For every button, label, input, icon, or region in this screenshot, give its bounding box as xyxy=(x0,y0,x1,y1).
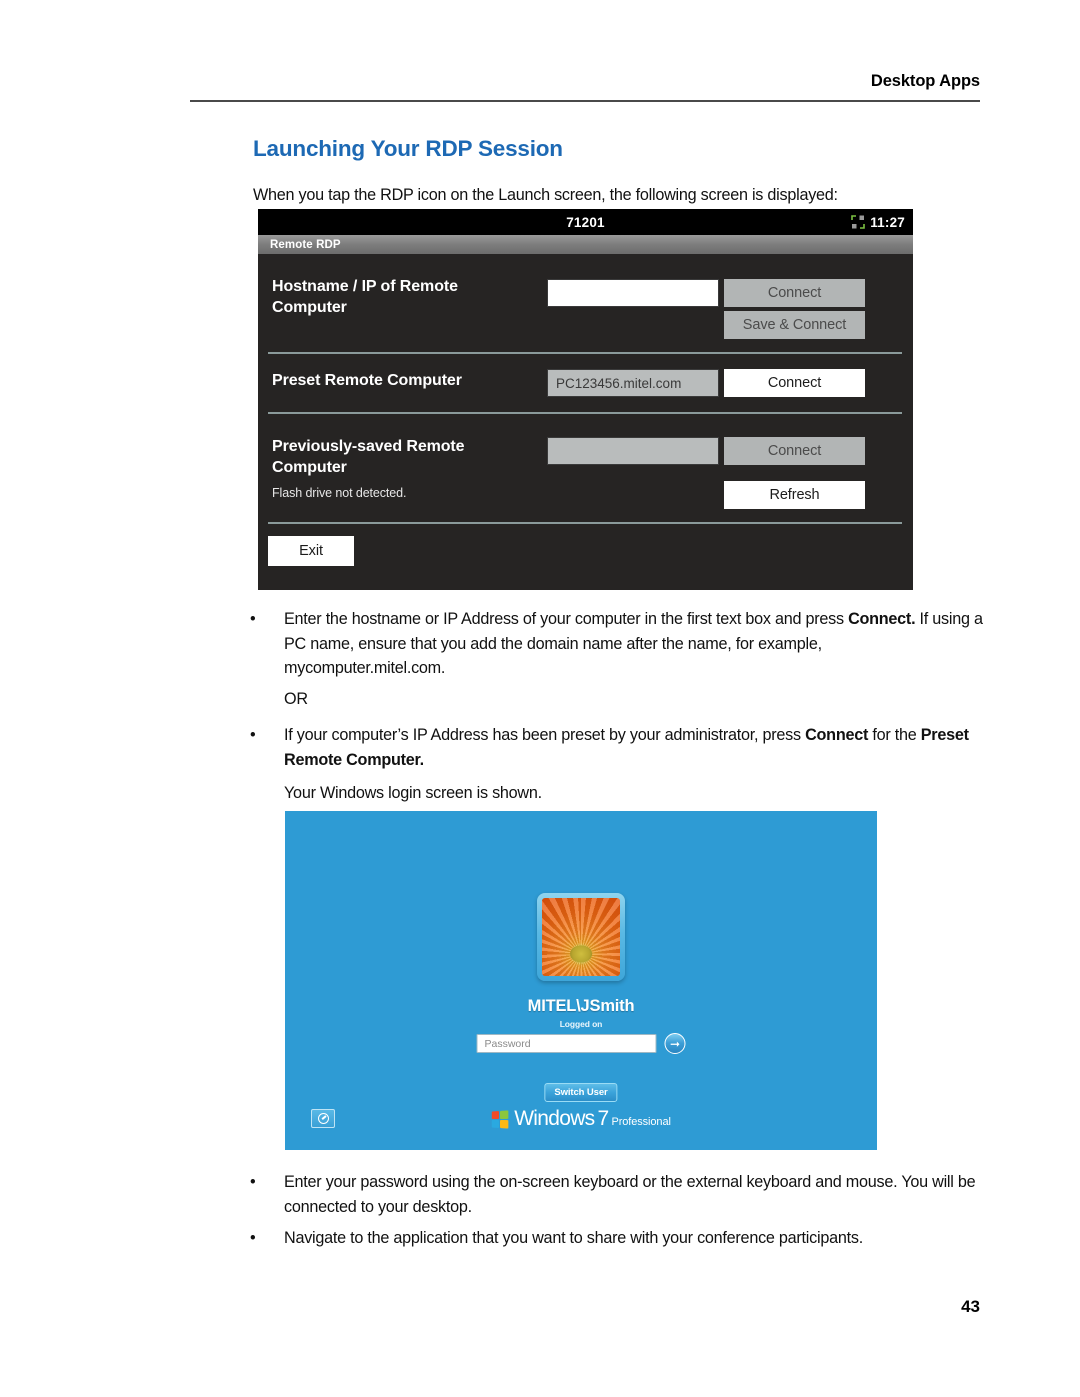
hostname-input[interactable] xyxy=(547,279,719,307)
header-divider xyxy=(190,100,980,102)
submit-arrow-icon[interactable]: ➞ xyxy=(664,1033,686,1054)
status-bar-clock: 11:27 xyxy=(870,214,905,230)
windows-brand-text: Windows 7 Professional xyxy=(514,1107,671,1131)
preset-connect-button[interactable]: Connect xyxy=(724,369,865,397)
switch-user-button[interactable]: Switch User xyxy=(544,1083,618,1102)
brand-name: Windows xyxy=(514,1107,595,1130)
bullet-item-2: • If your computer’s IP Address has been… xyxy=(246,723,986,772)
password-row: Password ➞ xyxy=(476,1033,686,1054)
app-title-label: Remote RDP xyxy=(270,238,341,251)
windows-login-caption: Your Windows login screen is shown. xyxy=(284,784,542,802)
windows-logo-icon xyxy=(491,1109,509,1129)
rdp-screen-figure: 71201 11:27 Remote RDP Hostname / IP of … xyxy=(258,209,913,590)
row-preset: Preset Remote Computer PC123456.mitel.co… xyxy=(258,354,913,412)
network-connected-icon xyxy=(851,215,866,229)
windows-login-figure: MITEL\JSmith Logged on Password ➞ Switch… xyxy=(285,811,877,1150)
row-previously-saved-label: Previously-saved Remote Computer xyxy=(272,438,465,476)
bullet-item-3: • Enter your password using the on-scree… xyxy=(246,1170,986,1219)
bullet-1-part1: Enter the hostname or IP Address of your… xyxy=(284,610,849,628)
intro-paragraph: When you tap the RDP icon on the Launch … xyxy=(253,186,838,204)
bullet-item-1: • Enter the hostname or IP Address of yo… xyxy=(246,607,986,681)
app-title-bar: Remote RDP xyxy=(258,235,913,254)
bullet-1-bold-connect: Connect. xyxy=(848,610,916,628)
brand-edition: Professional xyxy=(611,1116,671,1128)
status-bar-right: 11:27 xyxy=(851,209,905,235)
bullet-item-4: • Navigate to the application that you w… xyxy=(246,1226,986,1251)
row-divider-3 xyxy=(268,522,902,524)
previously-saved-input xyxy=(547,437,719,465)
bullet-marker: • xyxy=(250,726,256,744)
bullet-2-part2: for the xyxy=(868,726,921,744)
extension-number: 71201 xyxy=(566,214,605,230)
or-separator-text: OR xyxy=(284,690,308,708)
bullet-marker: • xyxy=(250,1229,256,1247)
bullet-1-text: Enter the hostname or IP Address of your… xyxy=(284,607,986,681)
device-status-bar: 71201 11:27 xyxy=(258,209,913,235)
bullet-4-text: Navigate to the application that you wan… xyxy=(284,1229,863,1247)
login-username: MITEL\JSmith xyxy=(527,997,635,1015)
row-previously-saved: Previously-saved Remote Computer Connect… xyxy=(258,414,913,532)
brand-version: 7 xyxy=(597,1107,609,1130)
bullet-2-bold-connect: Connect xyxy=(805,726,869,744)
page-title: Launching Your RDP Session xyxy=(253,136,563,161)
hostname-save-connect-button[interactable]: Save & Connect xyxy=(724,311,865,339)
bullet-2-text: If your computer’s IP Address has been p… xyxy=(284,723,986,772)
rdp-form-body: Hostname / IP of Remote Computer Connect… xyxy=(258,254,913,590)
bullet-2-part1: If your computer’s IP Address has been p… xyxy=(284,726,806,744)
user-avatar xyxy=(537,893,625,981)
user-avatar-flower-icon xyxy=(542,898,620,976)
bullet-marker: • xyxy=(250,610,256,628)
flash-drive-note: Flash drive not detected. xyxy=(272,486,407,500)
preset-input-value: PC123456.mitel.com xyxy=(556,375,682,391)
password-placeholder-text: Password xyxy=(484,1037,531,1050)
password-field[interactable]: Password xyxy=(476,1034,657,1053)
row-preset-label: Preset Remote Computer xyxy=(272,372,462,389)
bullet-marker: • xyxy=(250,1173,256,1191)
bullet-3-text: Enter your password using the on-screen … xyxy=(284,1173,976,1216)
login-status-text: Logged on xyxy=(559,1019,603,1029)
page-header-title: Desktop Apps xyxy=(870,72,980,90)
previously-saved-connect-button[interactable]: Connect xyxy=(724,437,865,465)
row-hostname: Hostname / IP of Remote Computer Connect… xyxy=(258,254,913,352)
exit-button[interactable]: Exit xyxy=(268,536,354,566)
windows-brand: Windows 7 Professional xyxy=(285,1107,877,1131)
refresh-button[interactable]: Refresh xyxy=(724,481,865,509)
page-number: 43 xyxy=(961,1297,980,1316)
hostname-connect-button[interactable]: Connect xyxy=(724,279,865,307)
preset-input: PC123456.mitel.com xyxy=(547,369,719,397)
row-hostname-label: Hostname / IP of Remote Computer xyxy=(272,278,458,316)
